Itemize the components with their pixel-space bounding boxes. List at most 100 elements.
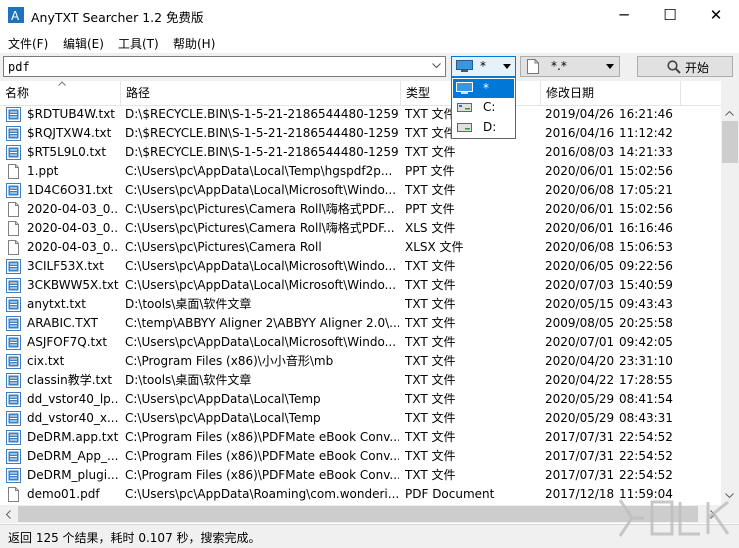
table-row[interactable]: classin教学.txt D:\tools\桌面\软件文章 TXT 文件 2020/… bbox=[0, 371, 721, 390]
txt-file-icon bbox=[6, 259, 21, 274]
file-name: dd_vstor40_x... bbox=[27, 411, 119, 425]
table-row[interactable]: $RQJTXW4.txt D:\$RECYCLE.BIN\S-1-5-21-218… bbox=[0, 124, 721, 143]
table-row[interactable]: 2020-04-03_0... C:\Users\pc\Pictures\Came… bbox=[0, 238, 721, 257]
start-search-button[interactable]: 开始 bbox=[637, 56, 733, 77]
horizontal-scroll-thumb[interactable] bbox=[18, 506, 698, 522]
file-modified-date: 2020/06/01 bbox=[545, 202, 615, 216]
file-path: C:\Users\pc\AppData\Local\Temp bbox=[125, 392, 321, 406]
file-modified-time: 16:16:46 bbox=[619, 221, 673, 235]
drive-option-all[interactable]: * bbox=[453, 79, 514, 98]
file-name: ASJFOF7Q.txt bbox=[27, 335, 108, 349]
column-header-date[interactable]: 修改日期 bbox=[541, 81, 681, 105]
table-row[interactable]: DeDRM_plugi... C:\Program Files (x86)\PDF… bbox=[0, 466, 721, 485]
file-name: 1.ppt bbox=[27, 164, 59, 178]
drive-dropdown-list[interactable]: * C: D: bbox=[451, 77, 516, 139]
table-row[interactable]: ASJFOF7Q.txt C:\Users\pc\AppData\Local\Mi… bbox=[0, 333, 721, 352]
file-name: DeDRM_App_... bbox=[27, 449, 119, 463]
file-type: PDF Document bbox=[405, 487, 495, 501]
file-modified-time: 08:41:54 bbox=[619, 392, 673, 406]
file-modified-date: 2020/06/08 bbox=[545, 183, 615, 197]
menu-help[interactable]: 帮助(H) bbox=[173, 35, 215, 52]
vertical-scrollbar[interactable] bbox=[721, 81, 739, 505]
chevron-down-icon[interactable] bbox=[432, 63, 441, 69]
search-combo[interactable] bbox=[3, 56, 446, 77]
file-modified-time: 15:02:56 bbox=[619, 164, 673, 178]
drive-option-c[interactable]: C: bbox=[453, 98, 514, 117]
table-row[interactable]: dd_vstor40_lp... C:\Users\pc\AppData\Loca… bbox=[0, 390, 721, 409]
file-modified-date: 2016/04/16 bbox=[545, 126, 615, 140]
file-path: C:\Users\pc\Pictures\Camera Roll\嗨格式PDF.… bbox=[125, 221, 395, 235]
file-name: classin教学.txt bbox=[27, 373, 113, 387]
file-modified-time: 09:42:05 bbox=[619, 335, 673, 349]
file-name: 3CKBWW5X.txt bbox=[27, 278, 119, 292]
minimize-button[interactable]: ─ bbox=[601, 0, 647, 31]
file-modified-time: 14:21:33 bbox=[619, 145, 673, 159]
drive-filter-value: * bbox=[480, 59, 486, 73]
file-path: C:\Users\pc\AppData\Local\Microsoft\Wind… bbox=[125, 278, 397, 292]
file-modified-date: 2020/04/20 bbox=[545, 354, 615, 368]
file-path: C:\Users\pc\AppData\Local\Microsoft\Wind… bbox=[125, 259, 397, 273]
table-row[interactable]: 3CILF53X.txt C:\Users\pc\AppData\Local\Mi… bbox=[0, 257, 721, 276]
table-row[interactable]: $RT5L9L0.txt D:\$RECYCLE.BIN\S-1-5-21-218… bbox=[0, 143, 721, 162]
table-row[interactable]: anytxt.txt D:\tools\桌面\软件文章 TXT 文件 2020/05/… bbox=[0, 295, 721, 314]
file-modified-time: 16:21:46 bbox=[619, 107, 673, 121]
maximize-button[interactable]: ☐ bbox=[647, 0, 693, 31]
file-modified-date: 2020/05/15 bbox=[545, 297, 615, 311]
magnifier-icon bbox=[667, 60, 681, 74]
vertical-scroll-thumb[interactable] bbox=[722, 121, 738, 163]
file-name: anytxt.txt bbox=[27, 297, 86, 311]
table-row[interactable]: 2020-04-03_0... C:\Users\pc\Pictures\Came… bbox=[0, 219, 721, 238]
dropdown-arrow-icon[interactable] bbox=[503, 64, 511, 69]
menu-file[interactable]: 文件(F) bbox=[8, 35, 48, 52]
file-modified-date: 2017/07/31 bbox=[545, 449, 615, 463]
file-modified-time: 17:05:21 bbox=[619, 183, 673, 197]
txt-file-icon bbox=[6, 373, 21, 388]
table-row[interactable]: dd_vstor40_x... C:\Users\pc\AppData\Local… bbox=[0, 409, 721, 428]
search-toolbar: * *.* 开始 bbox=[0, 53, 739, 81]
column-header-name[interactable]: 名称 bbox=[0, 81, 121, 105]
computer-icon bbox=[456, 82, 473, 94]
table-row[interactable]: DeDRM_App_... C:\Program Files (x86)\PDFM… bbox=[0, 447, 721, 466]
menu-edit[interactable]: 编辑(E) bbox=[63, 35, 104, 52]
file-name: 2020-04-03_0... bbox=[27, 221, 119, 235]
extension-filter-combo[interactable]: *.* bbox=[520, 56, 620, 77]
title-bar: A AnyTXT Searcher 1.2 免费版 ─ ☐ ✕ bbox=[0, 0, 739, 31]
file-modified-time: 09:43:43 bbox=[619, 297, 673, 311]
menu-bar: 文件(F) 编辑(E) 工具(T) 帮助(H) bbox=[0, 31, 739, 53]
file-path: D:\$RECYCLE.BIN\S-1-5-21-2186544480-1259… bbox=[125, 145, 399, 159]
drive-filter-combo[interactable]: * bbox=[451, 56, 516, 77]
column-header-path[interactable]: 路径 bbox=[121, 81, 401, 105]
txt-file-icon bbox=[6, 107, 21, 122]
file-type: TXT 文件 bbox=[405, 373, 456, 387]
file-modified-date: 2009/08/05 bbox=[545, 316, 615, 330]
table-row[interactable]: 3CKBWW5X.txt C:\Users\pc\AppData\Local\Mi… bbox=[0, 276, 721, 295]
menu-tools[interactable]: 工具(T) bbox=[118, 35, 159, 52]
search-input[interactable] bbox=[8, 58, 418, 75]
table-row[interactable]: ARABIC.TXT C:\temp\ABBYY Aligner 2\ABBYY … bbox=[0, 314, 721, 333]
document-file-icon bbox=[8, 202, 19, 217]
file-name: dd_vstor40_lp... bbox=[27, 392, 119, 406]
drive-option-d[interactable]: D: bbox=[453, 118, 514, 137]
table-row[interactable]: DeDRM.app.txt C:\Program Files (x86)\PDFM… bbox=[0, 428, 721, 447]
file-modified-time: 08:43:31 bbox=[619, 411, 673, 425]
file-type: TXT 文件 bbox=[405, 411, 456, 425]
file-path: C:\Users\pc\Pictures\Camera Roll bbox=[125, 240, 322, 254]
scroll-left-icon[interactable] bbox=[6, 510, 11, 519]
table-row[interactable]: $RDTUB4W.txt D:\$RECYCLE.BIN\S-1-5-21-218… bbox=[0, 105, 721, 124]
file-modified-time: 20:25:58 bbox=[619, 316, 673, 330]
dropdown-arrow-icon[interactable] bbox=[606, 64, 614, 69]
txt-file-icon bbox=[6, 316, 21, 331]
table-row[interactable]: 2020-04-03_0... C:\Users\pc\Pictures\Came… bbox=[0, 200, 721, 219]
file-path: C:\Program Files (x86)\PDFMate eBook Con… bbox=[125, 449, 399, 463]
table-row[interactable]: 1.ppt C:\Users\pc\AppData\Local\Temp\hgsp… bbox=[0, 162, 721, 181]
file-type: XLSX 文件 bbox=[405, 240, 464, 254]
computer-icon bbox=[456, 60, 473, 72]
file-type: TXT 文件 bbox=[405, 468, 456, 482]
table-row[interactable]: 1D4C6O31.txt C:\Users\pc\AppData\Local\Mi… bbox=[0, 181, 721, 200]
table-row[interactable]: cix.txt C:\Program Files (x86)\小小音形\mb TXT… bbox=[0, 352, 721, 371]
file-modified-date: 2020/05/29 bbox=[545, 392, 615, 406]
start-button-label: 开始 bbox=[685, 61, 710, 75]
scroll-up-icon[interactable] bbox=[725, 111, 734, 116]
file-type: TXT 文件 bbox=[405, 392, 456, 406]
close-button[interactable]: ✕ bbox=[693, 0, 739, 31]
